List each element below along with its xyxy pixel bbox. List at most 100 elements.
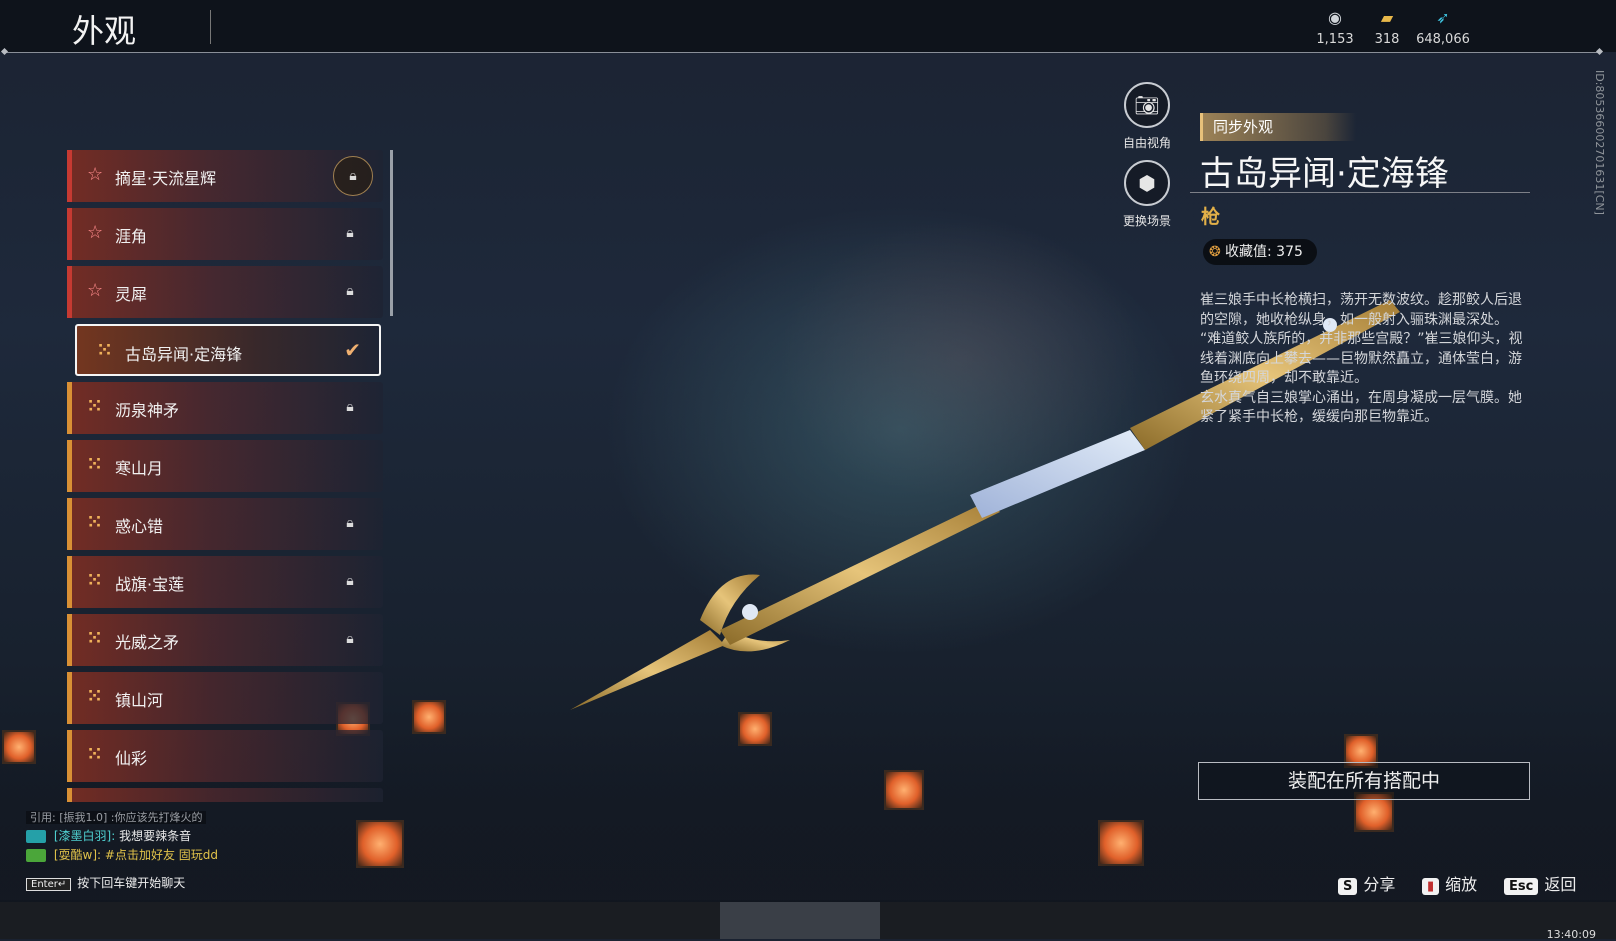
currency-value: 318 [1374,32,1400,47]
zoom-hint[interactable]: ▮ 缩放 [1422,871,1477,895]
chat-enter-hint[interactable]: Enter↵ 按下回车键开始聊天 [26,874,185,891]
list-item-selected[interactable]: ⁙ 古岛异闻·定海锋 ✔ [75,324,381,376]
weapon-type: 枪 [1201,206,1221,228]
lantern-decoration [884,770,924,810]
cross-sparkle-icon: ⁙ [87,628,103,649]
tier-bar [67,498,72,550]
lantern-decoration [1098,820,1144,866]
list-scrollbar[interactable] [390,150,393,316]
sync-appearance-tag: 同步外观 [1200,113,1356,141]
list-item[interactable]: ☆ 摘星·天流星辉 🔒︎ [67,150,383,202]
cross-sparkle-icon: ⁙ [87,570,103,591]
collection-label: 收藏值: [1225,244,1272,260]
back-hint[interactable]: Esc 返回 [1504,871,1576,895]
collection-icon: ❂ [1209,244,1221,260]
feather-icon: ➶ [1436,8,1450,27]
equip-all-button[interactable]: 装配在所有搭配中 [1198,762,1530,800]
lock-icon: 🔒︎ [346,573,354,589]
world-channel-icon [26,849,46,862]
free-camera-label: 自由视角 [1122,136,1171,150]
list-item-label: 摘星·天流星辉 [115,169,217,188]
chat-username[interactable]: [耍酷w]: [54,848,101,862]
cross-sparkle-icon: ⁙ [87,454,103,475]
back-label: 返回 [1544,875,1577,894]
list-item[interactable]: ☆ 涯角 🔒︎ [67,208,383,260]
item-description: 崔三娘手中长枪横扫，荡开无数波纹。趁那鲛人后退的空隙，她收枪纵身，如一般射入骊珠… [1200,291,1534,428]
list-item[interactable]: ⁙ 镇山河 [67,672,383,724]
enter-key: Enter↵ [26,878,72,891]
list-item-label: 镇山河 [115,691,164,710]
collection-value-badge: ❂ 收藏值: 375 [1203,239,1317,265]
list-item[interactable] [67,788,383,802]
list-item[interactable]: ⁙ 光威之矛 🔒︎ [67,614,383,666]
list-item[interactable]: ⁙ 仙彩 [67,730,383,782]
chat-text: 我想要辣条音 [119,829,192,843]
free-camera-button[interactable]: 📷︎ 自由视角 [1112,82,1182,151]
star-icon: ☆ [87,280,104,301]
esc-key: Esc [1504,878,1539,895]
tier-bar [67,440,72,492]
share-label: 分享 [1363,875,1396,894]
lantern-decoration [412,700,446,734]
share-hint[interactable]: S 分享 [1338,871,1395,895]
list-item-label: 涯角 [115,227,148,246]
chat-username[interactable]: [漆墨白羽]: [54,829,115,843]
enter-hint-text: 按下回车键开始聊天 [77,876,186,890]
list-item[interactable]: ⁙ 寒山月 [67,440,383,492]
cross-sparkle-icon: ⁙ [87,686,103,707]
mouse-wheel-icon: ▮ [1422,878,1440,895]
zoom-label: 缩放 [1445,875,1478,894]
lock-icon: 🔒︎ [346,225,354,241]
list-item[interactable]: ⁙ 沥泉神矛 🔒︎ [67,382,383,434]
title-divider [210,10,211,44]
chat-message: [耍酷w]: #点击加好友 固玩dd [26,846,386,865]
cube-icon: ⬢ [1124,160,1170,206]
camera-icon: 📷︎ [1124,82,1170,128]
description-paragraph: 玄水真气自三娘掌心涌出，在周身凝成一层气膜。她紧了紧手中长枪，缓缓向那巨物靠近。 [1200,389,1522,426]
lock-icon: 🔒︎ [346,399,354,415]
list-item[interactable]: ⁙ 战旗·宝莲 🔒︎ [67,556,383,608]
cross-sparkle-icon: ⁙ [97,340,113,361]
list-item-label: 光威之矛 [115,633,180,652]
chat-message: [漆墨白羽]: 我想要辣条音 [26,827,386,846]
lock-icon: 🔒︎ [333,156,373,196]
currency-feather[interactable]: ➶ 648,066 [1408,8,1478,47]
tier-bar [67,382,72,434]
cross-sparkle-icon: ⁙ [87,744,103,765]
taskbar-clock: 13:40:09 [1546,928,1596,941]
list-item-label: 寒山月 [115,459,164,478]
description-paragraph: “难道鲛人族所的，并非那些宫殿？”崔三娘仰头，视线着渊底向上攀去——巨物默然矗立… [1200,331,1523,386]
chat-panel[interactable]: 引用: [振我1.0] :你应该先打烽火的 [漆墨白羽]: 我想要辣条音 [耍酷… [26,808,386,891]
tier-bar [67,266,72,318]
lock-icon: 🔒︎ [346,631,354,647]
list-item-label: 沥泉神矛 [115,401,180,420]
star-icon: ☆ [87,222,104,243]
tier-bar [67,730,72,782]
chat-text: #点击加好友 固玩dd [104,848,218,862]
list-item[interactable]: ☆ 灵犀 🔒︎ [67,266,383,318]
star-icon: ☆ [87,164,104,185]
change-scene-label: 更换场景 [1122,214,1171,228]
page-title: 外观 [72,12,137,50]
description-paragraph: 崔三娘手中长枪横扫，荡开无数波纹。趁那鲛人后退的空隙，她收枪纵身，如一般射入骊珠… [1200,292,1522,328]
tier-bar [67,208,72,260]
header-divider-line [4,52,1600,53]
team-channel-icon [26,830,46,843]
chat-quote: 引用: [振我1.0] :你应该先打烽火的 [26,808,386,827]
appearance-list: ☆ 摘星·天流星辉 🔒︎ ☆ 涯角 🔒︎ ☆ 灵犀 🔒︎ ⁙ 古岛异闻·定海锋 … [67,150,383,802]
share-key: S [1338,878,1358,895]
collection-value: 375 [1276,244,1303,260]
tier-bar [67,614,72,666]
cross-sparkle-icon: ⁙ [87,396,103,417]
list-item[interactable]: ⁙ 惑心错 🔒︎ [67,498,383,550]
taskbar-active-app[interactable] [720,902,880,939]
change-scene-button[interactable]: ⬢ 更换场景 [1112,160,1182,229]
list-item-label: 惑心错 [115,517,164,536]
tier-bar [67,788,72,802]
lock-icon: 🔒︎ [346,515,354,531]
cross-sparkle-icon: ⁙ [87,512,103,533]
player-id: ID:805366002701631[CN] [1593,70,1606,215]
item-title: 古岛异闻·定海锋 [1200,154,1449,194]
tier-bar [67,556,72,608]
lantern-decoration [2,730,36,764]
